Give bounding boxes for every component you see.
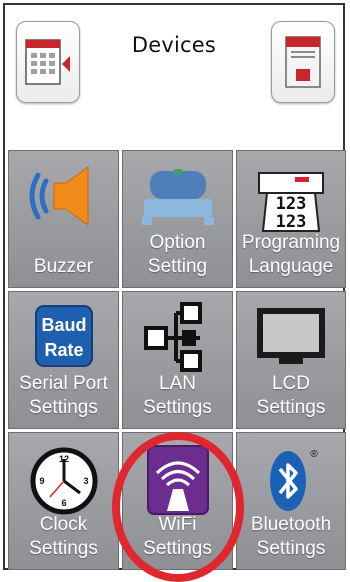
tile-label: WiFi Settings <box>143 514 212 559</box>
svg-text:Rate: Rate <box>44 340 83 360</box>
tile-buzzer[interactable]: Buzzer <box>8 150 119 288</box>
tile-wifi-settings[interactable]: WiFi Settings <box>122 432 233 570</box>
tile-label: Bluetooth Settings <box>250 514 332 559</box>
tile-label: Buzzer <box>33 256 94 277</box>
wifi-icon <box>146 445 209 515</box>
tile-programing-language[interactable]: 123 123 Programing Language <box>236 150 346 288</box>
svg-text:Baud: Baud <box>41 315 86 335</box>
clock-icon: 12 3 6 9 <box>30 447 97 515</box>
tile-label: LAN Settings <box>143 373 212 418</box>
tile-bluetooth-settings[interactable]: ® Bluetooth Settings <box>236 432 346 570</box>
network-icon <box>143 302 202 372</box>
tile-lcd-settings[interactable]: LCD Settings <box>236 291 346 429</box>
bluetooth-icon: ® <box>270 449 318 511</box>
tile-label: LCD Settings <box>256 373 326 418</box>
svg-text:9: 9 <box>39 476 44 486</box>
tile-label: Option Setting <box>147 232 208 277</box>
print-language-icon: 123 123 <box>258 172 324 232</box>
tile-lan-settings[interactable]: LAN Settings <box>122 291 233 429</box>
printer-button[interactable] <box>271 21 335 103</box>
printer-icon <box>285 36 321 88</box>
baud-rate-icon: Baud Rate <box>34 305 93 367</box>
tile-label: Programing Language <box>241 232 341 277</box>
tile-clock-settings[interactable]: 12 3 6 9 Clock Settings <box>8 432 119 570</box>
svg-text:6: 6 <box>61 498 66 508</box>
tile-label: Clock Settings <box>29 514 98 559</box>
tile-label: Serial Port Settings <box>19 373 108 418</box>
svg-text:123: 123 <box>276 194 307 214</box>
svg-text:3: 3 <box>83 476 88 486</box>
tile-serial-port-settings[interactable]: Baud Rate Serial Port Settings <box>8 291 119 429</box>
svg-text:®: ® <box>310 449 318 460</box>
settings-grid: Buzzer Option Setting 123 123 Programing… <box>8 150 346 570</box>
printer-option-icon <box>141 169 214 225</box>
speaker-icon <box>29 166 88 226</box>
tile-option-setting[interactable]: Option Setting <box>122 150 233 288</box>
svg-text:123: 123 <box>276 212 307 232</box>
monitor-icon <box>257 308 325 364</box>
